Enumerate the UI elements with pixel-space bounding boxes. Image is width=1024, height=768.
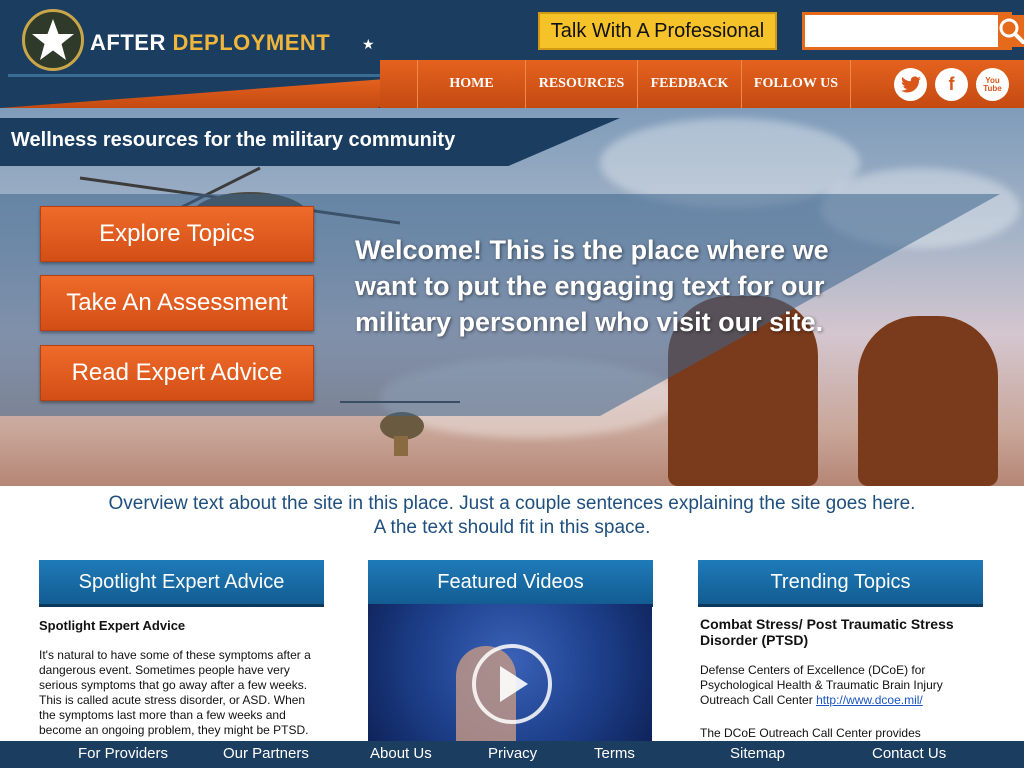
youtube-glyph: You Tube <box>983 75 1002 93</box>
trending-body: Defense Centers of Excellence (DCoE) for… <box>700 663 975 709</box>
site-tagline: Wellness resources for the military comm… <box>11 129 456 151</box>
talk-with-professional-button[interactable]: Talk With A Professional <box>538 12 777 50</box>
nav-home[interactable]: HOME <box>417 60 525 108</box>
search-input[interactable] <box>805 15 998 47</box>
featured-videos-heading[interactable]: Featured Videos <box>368 560 653 604</box>
page: AFTER DEPLOYMENT ★ Talk With A Professio… <box>0 0 1024 768</box>
footer-terms[interactable]: Terms <box>594 745 635 762</box>
footer-our-partners[interactable]: Our Partners <box>223 745 309 762</box>
footer-contact-us[interactable]: Contact Us <box>872 745 946 762</box>
overview-text: Overview text about the site in this pla… <box>0 492 1024 540</box>
spotlight-title: Spotlight Expert Advice <box>39 618 186 633</box>
explore-topics-button[interactable]: Explore Topics <box>40 206 314 262</box>
footer-sitemap[interactable]: Sitemap <box>730 745 785 762</box>
logo-underline <box>8 74 398 77</box>
welcome-message: Welcome! This is the place where we want… <box>355 235 829 337</box>
dcoe-link[interactable]: http://www.dcoe.mil/ <box>816 693 923 707</box>
overview-line-2: A the text should fit in this space. <box>373 517 651 538</box>
read-expert-advice-button[interactable]: Read Expert Advice <box>40 345 314 401</box>
search-button[interactable] <box>998 15 1024 47</box>
spotlight-body: It's natural to have some of these sympt… <box>39 648 311 740</box>
spotlight-heading[interactable]: Spotlight Expert Advice <box>39 560 324 604</box>
play-icon[interactable] <box>472 644 552 724</box>
youtube-icon[interactable]: You Tube <box>976 68 1009 101</box>
trending-body-2: The DCoE Outreach Call Center provides <box>700 726 921 740</box>
facebook-glyph: f <box>948 74 955 94</box>
nav-follow-us[interactable]: FOLLOW US <box>741 60 851 108</box>
star-badge-icon[interactable] <box>22 9 84 71</box>
hero-banner: Wellness resources for the military comm… <box>0 108 1024 486</box>
soldier-silhouette-image <box>858 316 998 486</box>
facebook-icon[interactable]: f <box>935 68 968 101</box>
search-box <box>802 12 1024 50</box>
twitter-icon[interactable] <box>894 68 927 101</box>
featured-video[interactable] <box>368 604 652 746</box>
magnifier-icon <box>999 18 1024 44</box>
trending-title[interactable]: Combat Stress/ Post Traumatic Stress Dis… <box>700 616 985 648</box>
trending-topics-heading[interactable]: Trending Topics <box>698 560 983 604</box>
footer-for-providers[interactable]: For Providers <box>78 745 168 762</box>
nav-feedback[interactable]: FEEDBACK <box>637 60 741 108</box>
site-logo[interactable]: AFTER DEPLOYMENT <box>90 30 330 56</box>
footer-about-us[interactable]: About Us <box>370 745 432 762</box>
nav-resources[interactable]: RESOURCES <box>525 60 637 108</box>
footer-privacy[interactable]: Privacy <box>488 745 537 762</box>
take-assessment-button[interactable]: Take An Assessment <box>40 275 314 331</box>
small-star-icon: ★ <box>362 36 375 52</box>
overview-line-1: Overview text about the site in this pla… <box>108 493 916 514</box>
logo-deployment: DEPLOYMENT <box>172 30 331 55</box>
logo-after: AFTER <box>90 30 166 55</box>
